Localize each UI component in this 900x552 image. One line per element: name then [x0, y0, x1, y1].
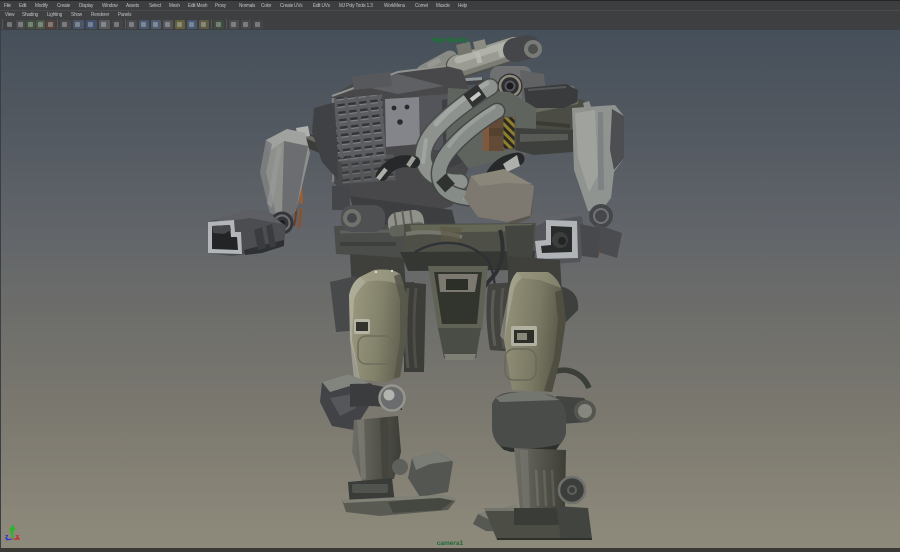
svg-text:y: y	[10, 528, 14, 535]
